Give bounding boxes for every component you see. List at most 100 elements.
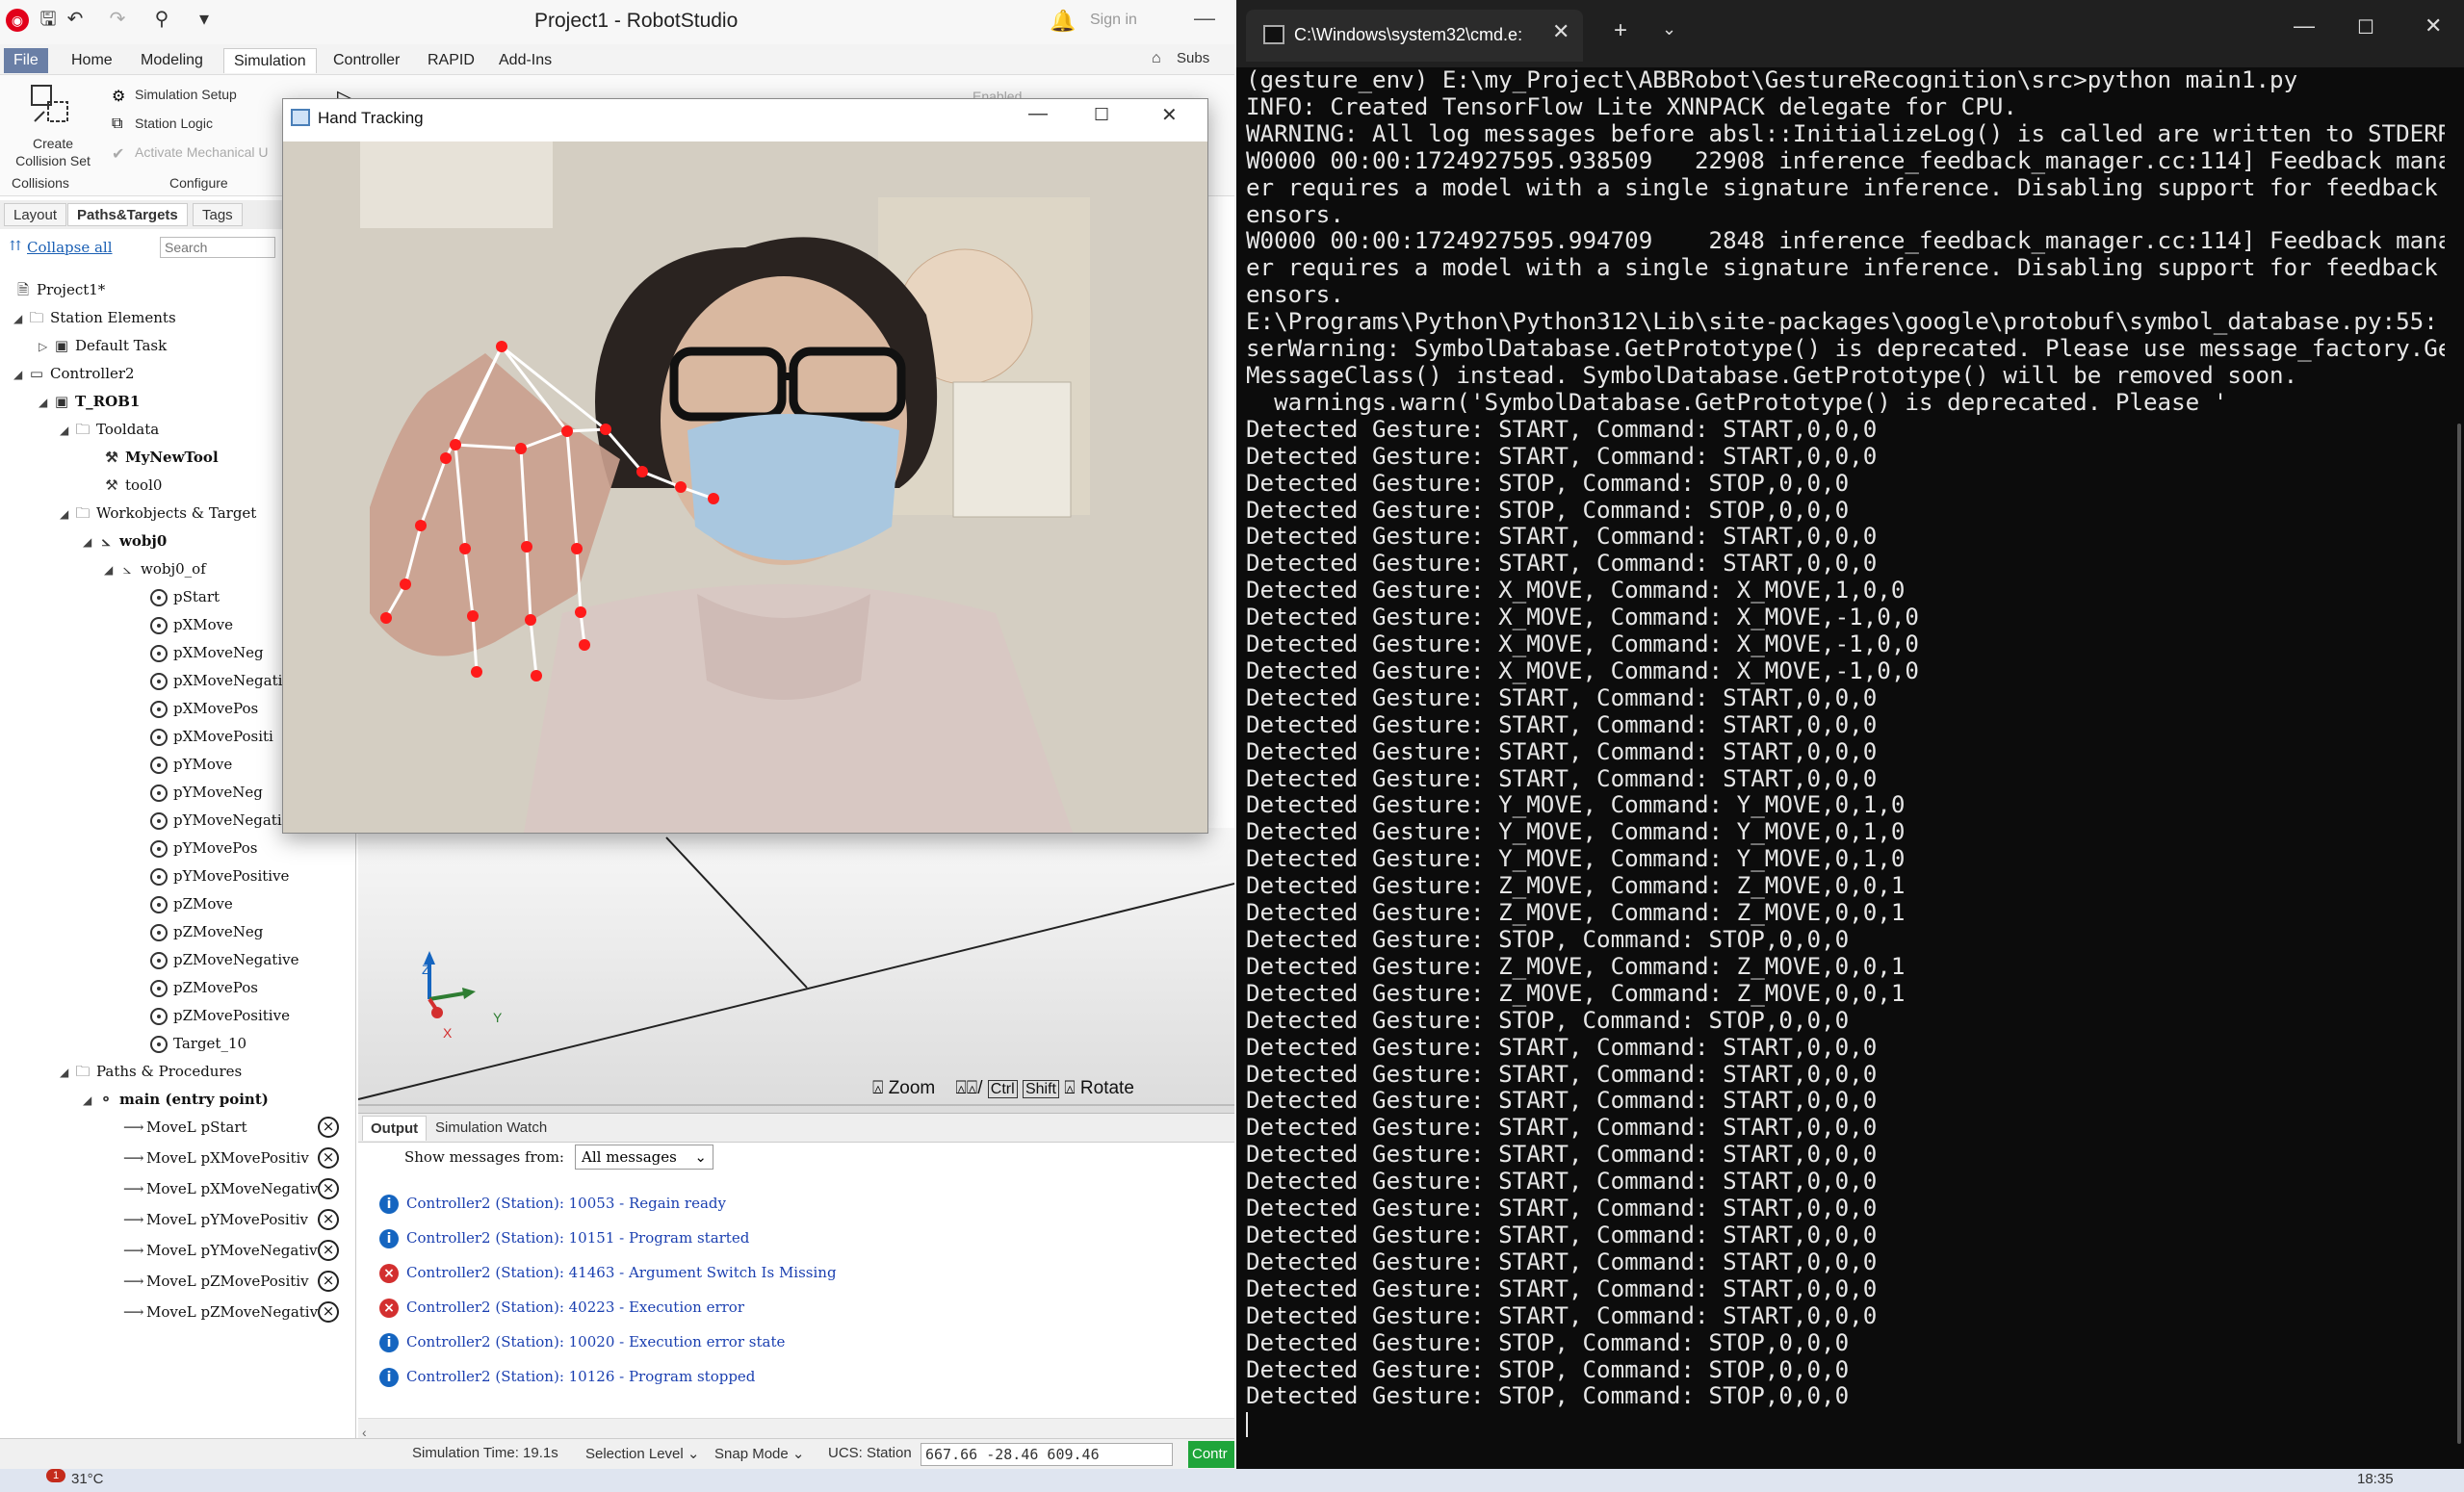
new-tab-button[interactable]: + — [1614, 17, 1627, 44]
sign-in-link[interactable]: Sign in — [1090, 12, 1137, 29]
tree-paths-procedures[interactable]: ◢ 🗀 Paths & Procedures — [60, 1059, 242, 1084]
tree-target-item[interactable]: pZMoveNegative — [150, 947, 299, 972]
tree-wobj0[interactable]: ◢ ⦣ wobj0 — [83, 528, 167, 553]
expand-arrow-icon[interactable]: ▷ — [39, 334, 52, 359]
tree-target-item[interactable]: pXMoveNegati — [150, 668, 282, 693]
tree-target-item[interactable]: pZMovePositive — [150, 1003, 290, 1028]
tree-target-item[interactable]: pYMovePos — [150, 836, 257, 861]
tree-tool-mynewtool[interactable]: ⚒ MyNewTool — [102, 445, 218, 470]
tree-target-item[interactable]: pXMove — [150, 612, 233, 637]
tab-file[interactable]: File — [4, 48, 48, 73]
tree-workobjects[interactable]: ◢ 🗀 Workobjects & Target — [60, 501, 256, 526]
tab-tags[interactable]: Tags — [193, 203, 243, 226]
tab-rapid[interactable]: RAPID — [418, 48, 484, 73]
tree-target-item[interactable]: Target_10 — [150, 1031, 246, 1056]
collapse-arrow-icon[interactable]: ◢ — [83, 1088, 96, 1113]
tree-move-instruction[interactable]: ⟶ MoveL pYMoveNegativ × — [123, 1238, 354, 1263]
close-tab-icon[interactable]: ✕ — [1552, 19, 1569, 44]
ribbon-options-icon[interactable]: ⌂ — [1152, 50, 1161, 67]
collapse-arrow-icon[interactable]: ◢ — [13, 362, 27, 387]
tree-move-instruction[interactable]: ⟶ MoveL pXMovePositiv × — [123, 1145, 354, 1170]
terminal-scrollbar[interactable] — [2457, 424, 2461, 1444]
output-message[interactable]: i Controller2 (Station): 10126 - Program … — [379, 1368, 755, 1387]
notification-bell-icon[interactable]: 🔔 — [1050, 9, 1076, 34]
delete-instruction-icon[interactable]: × — [318, 1240, 339, 1261]
tab-output[interactable]: Output — [362, 1116, 428, 1141]
terminal-output[interactable]: (gesture_env) E:\my_Project\ABBRobot\Ges… — [1246, 67, 2445, 1453]
delete-instruction-icon[interactable]: × — [318, 1117, 339, 1138]
tree-move-instruction[interactable]: ⟶ MoveL pZMovePositiv × — [123, 1269, 354, 1294]
tree-task[interactable]: ◢ ▣ T_ROB1 — [39, 389, 140, 414]
collapse-arrow-icon[interactable]: ◢ — [39, 390, 52, 415]
tree-target-item[interactable]: pZMove — [150, 891, 233, 916]
weather-widget[interactable]: 31°C — [71, 1471, 104, 1487]
controller-status-button[interactable]: Contr — [1188, 1441, 1234, 1468]
tab-paths-targets[interactable]: Paths&Targets — [67, 203, 188, 226]
output-message[interactable]: × Controller2 (Station): 40223 - Executio… — [379, 1299, 744, 1318]
tree-target-item[interactable]: pXMovePos — [150, 696, 258, 721]
tab-controller[interactable]: Controller — [324, 48, 409, 73]
selection-level-dropdown[interactable]: Selection Level ⌄ — [585, 1445, 699, 1462]
maximize-button[interactable]: ☐ — [1094, 105, 1109, 125]
tab-simulation-watch[interactable]: Simulation Watch — [428, 1116, 555, 1141]
maximize-button[interactable]: ☐ — [2357, 15, 2374, 39]
tree-search-input[interactable] — [160, 237, 275, 258]
create-collision-set-button[interactable]: Create Collision Set — [10, 135, 96, 169]
tab-simulation[interactable]: Simulation — [223, 48, 317, 73]
simulation-setup-button[interactable]: Simulation Setup — [135, 87, 237, 102]
tree-target-item[interactable]: pYMove — [150, 752, 232, 777]
save-icon[interactable]: 🖫 — [37, 8, 60, 31]
tree-target-item[interactable]: pYMoveNegati — [150, 808, 282, 833]
customize-quick-access-icon[interactable]: ▾ — [193, 8, 216, 31]
submit-link[interactable]: Subs — [1177, 50, 1209, 66]
undo-icon[interactable]: ↶ — [64, 8, 87, 31]
tab-home[interactable]: Home — [62, 48, 122, 73]
activate-mechanical-button[interactable]: Activate Mechanical U — [135, 144, 281, 160]
collapse-arrow-icon[interactable]: ◢ — [60, 1060, 73, 1085]
tree-project[interactable]: 🗎 Project1* — [13, 277, 105, 302]
minimize-button[interactable]: — — [1194, 6, 1215, 31]
tree-target-item[interactable]: pYMoveNeg — [150, 780, 263, 805]
delete-instruction-icon[interactable]: × — [318, 1301, 339, 1323]
delete-instruction-icon[interactable]: × — [318, 1178, 339, 1199]
collapse-arrow-icon[interactable]: ◢ — [104, 557, 117, 582]
tree-target-item[interactable]: pXMoveNeg — [150, 640, 264, 665]
terminal-tab[interactable]: C:\Windows\system32\cmd.e: ✕ — [1246, 10, 1583, 62]
tree-wobj0-of[interactable]: ◢ ⦣ wobj0_of — [104, 556, 206, 581]
minimize-button[interactable]: — — [1028, 103, 1048, 125]
collapse-all-link[interactable]: Collapse all — [27, 239, 113, 256]
output-message[interactable]: × Controller2 (Station): 41463 - Argument… — [379, 1264, 837, 1283]
station-logic-button[interactable]: Station Logic — [135, 116, 213, 131]
tree-main-procedure[interactable]: ◢ ⚬ main (entry point) — [83, 1087, 269, 1112]
collapse-arrow-icon[interactable]: ◢ — [60, 418, 73, 443]
tree-controller[interactable]: ◢ ▭ Controller2 — [13, 361, 135, 386]
tree-move-instruction[interactable]: ⟶ MoveL pZMoveNegativ × — [123, 1299, 354, 1325]
tree-tool-tool0[interactable]: ⚒ tool0 — [102, 473, 162, 498]
tree-target-item[interactable]: pXMovePositi — [150, 724, 273, 749]
create-collision-set-icon[interactable] — [29, 83, 75, 129]
tab-modeling[interactable]: Modeling — [131, 48, 213, 73]
collapse-arrow-icon[interactable]: ◢ — [60, 502, 73, 527]
output-message[interactable]: i Controller2 (Station): 10151 - Program … — [379, 1229, 749, 1248]
tree-target-item[interactable]: pStart — [150, 584, 220, 609]
delete-instruction-icon[interactable]: × — [318, 1271, 339, 1292]
tab-add-ins[interactable]: Add-Ins — [489, 48, 561, 73]
tree-target-item[interactable]: pYMovePositive — [150, 863, 289, 888]
delete-instruction-icon[interactable]: × — [318, 1209, 339, 1230]
tab-layout[interactable]: Layout — [4, 203, 67, 226]
close-button[interactable]: ✕ — [1161, 103, 1178, 127]
tree-target-item[interactable]: pZMovePos — [150, 975, 258, 1000]
tree-tooldata[interactable]: ◢ 🗀 Tooldata — [60, 417, 159, 442]
clock[interactable]: 18:35 — [2357, 1471, 2394, 1487]
tree-default-task[interactable]: ▷ ▣ Default Task — [39, 333, 167, 358]
tree-move-instruction[interactable]: ⟶ MoveL pXMoveNegativ × — [123, 1176, 354, 1201]
search-icon[interactable]: ⚲ — [150, 8, 173, 31]
collapse-arrow-icon[interactable]: ◢ — [83, 529, 96, 554]
3d-view[interactable]: Z Y X ⍓ Zoom ⍓⍓/ Ctrl Shift ⍓ Rotate — [357, 828, 1234, 1113]
delete-instruction-icon[interactable]: × — [318, 1147, 339, 1169]
output-message[interactable]: i Controller2 (Station): 10020 - Executio… — [379, 1333, 785, 1352]
minimize-button[interactable]: — — [2294, 13, 2315, 39]
tree-target-item[interactable]: pZMoveNeg — [150, 919, 263, 944]
redo-icon[interactable]: ↷ — [106, 8, 129, 31]
snap-mode-dropdown[interactable]: Snap Mode ⌄ — [714, 1445, 804, 1462]
